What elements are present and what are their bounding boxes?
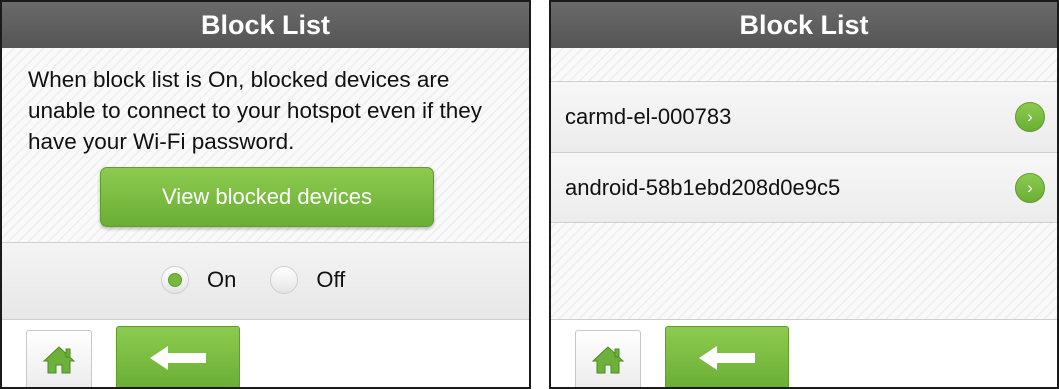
list-item[interactable]: android-58b1ebd208d0e9c5 › xyxy=(551,152,1057,223)
home-button[interactable] xyxy=(575,330,641,387)
radio-off[interactable] xyxy=(270,266,299,294)
blocked-devices-list: carmd-el-000783 › android-58b1ebd208d0e9… xyxy=(551,81,1057,223)
home-icon xyxy=(42,346,76,374)
block-list-screen: Block List When block list is On, blocke… xyxy=(0,0,531,389)
chevron-right-icon[interactable]: › xyxy=(1015,173,1045,203)
home-icon xyxy=(591,346,625,374)
back-arrow-icon xyxy=(150,346,206,370)
radio-on-label[interactable]: On xyxy=(207,267,236,293)
list-item[interactable]: carmd-el-000783 › xyxy=(551,81,1057,152)
radio-on[interactable] xyxy=(161,266,189,294)
radio-selected-dot xyxy=(168,273,182,287)
bottom-nav-bar xyxy=(2,319,529,387)
page-title: Block List xyxy=(551,2,1057,48)
block-list-description: When block list is On, blocked devices a… xyxy=(28,67,483,154)
back-button[interactable] xyxy=(665,326,789,387)
radio-off-label[interactable]: Off xyxy=(316,267,345,293)
home-button[interactable] xyxy=(26,330,92,387)
view-blocked-devices-button[interactable]: View blocked devices xyxy=(100,167,434,227)
bottom-nav-bar xyxy=(551,319,1057,387)
blocked-devices-screen: Block List carmd-el-000783 › android-58b… xyxy=(549,0,1059,389)
device-name: carmd-el-000783 xyxy=(565,104,732,129)
back-button[interactable] xyxy=(116,326,240,387)
back-arrow-icon xyxy=(699,346,755,370)
device-name: android-58b1ebd208d0e9c5 xyxy=(565,174,841,200)
block-list-toggle-group: On Off xyxy=(2,242,529,325)
page-title: Block List xyxy=(2,2,529,48)
chevron-right-icon[interactable]: › xyxy=(1015,102,1045,132)
